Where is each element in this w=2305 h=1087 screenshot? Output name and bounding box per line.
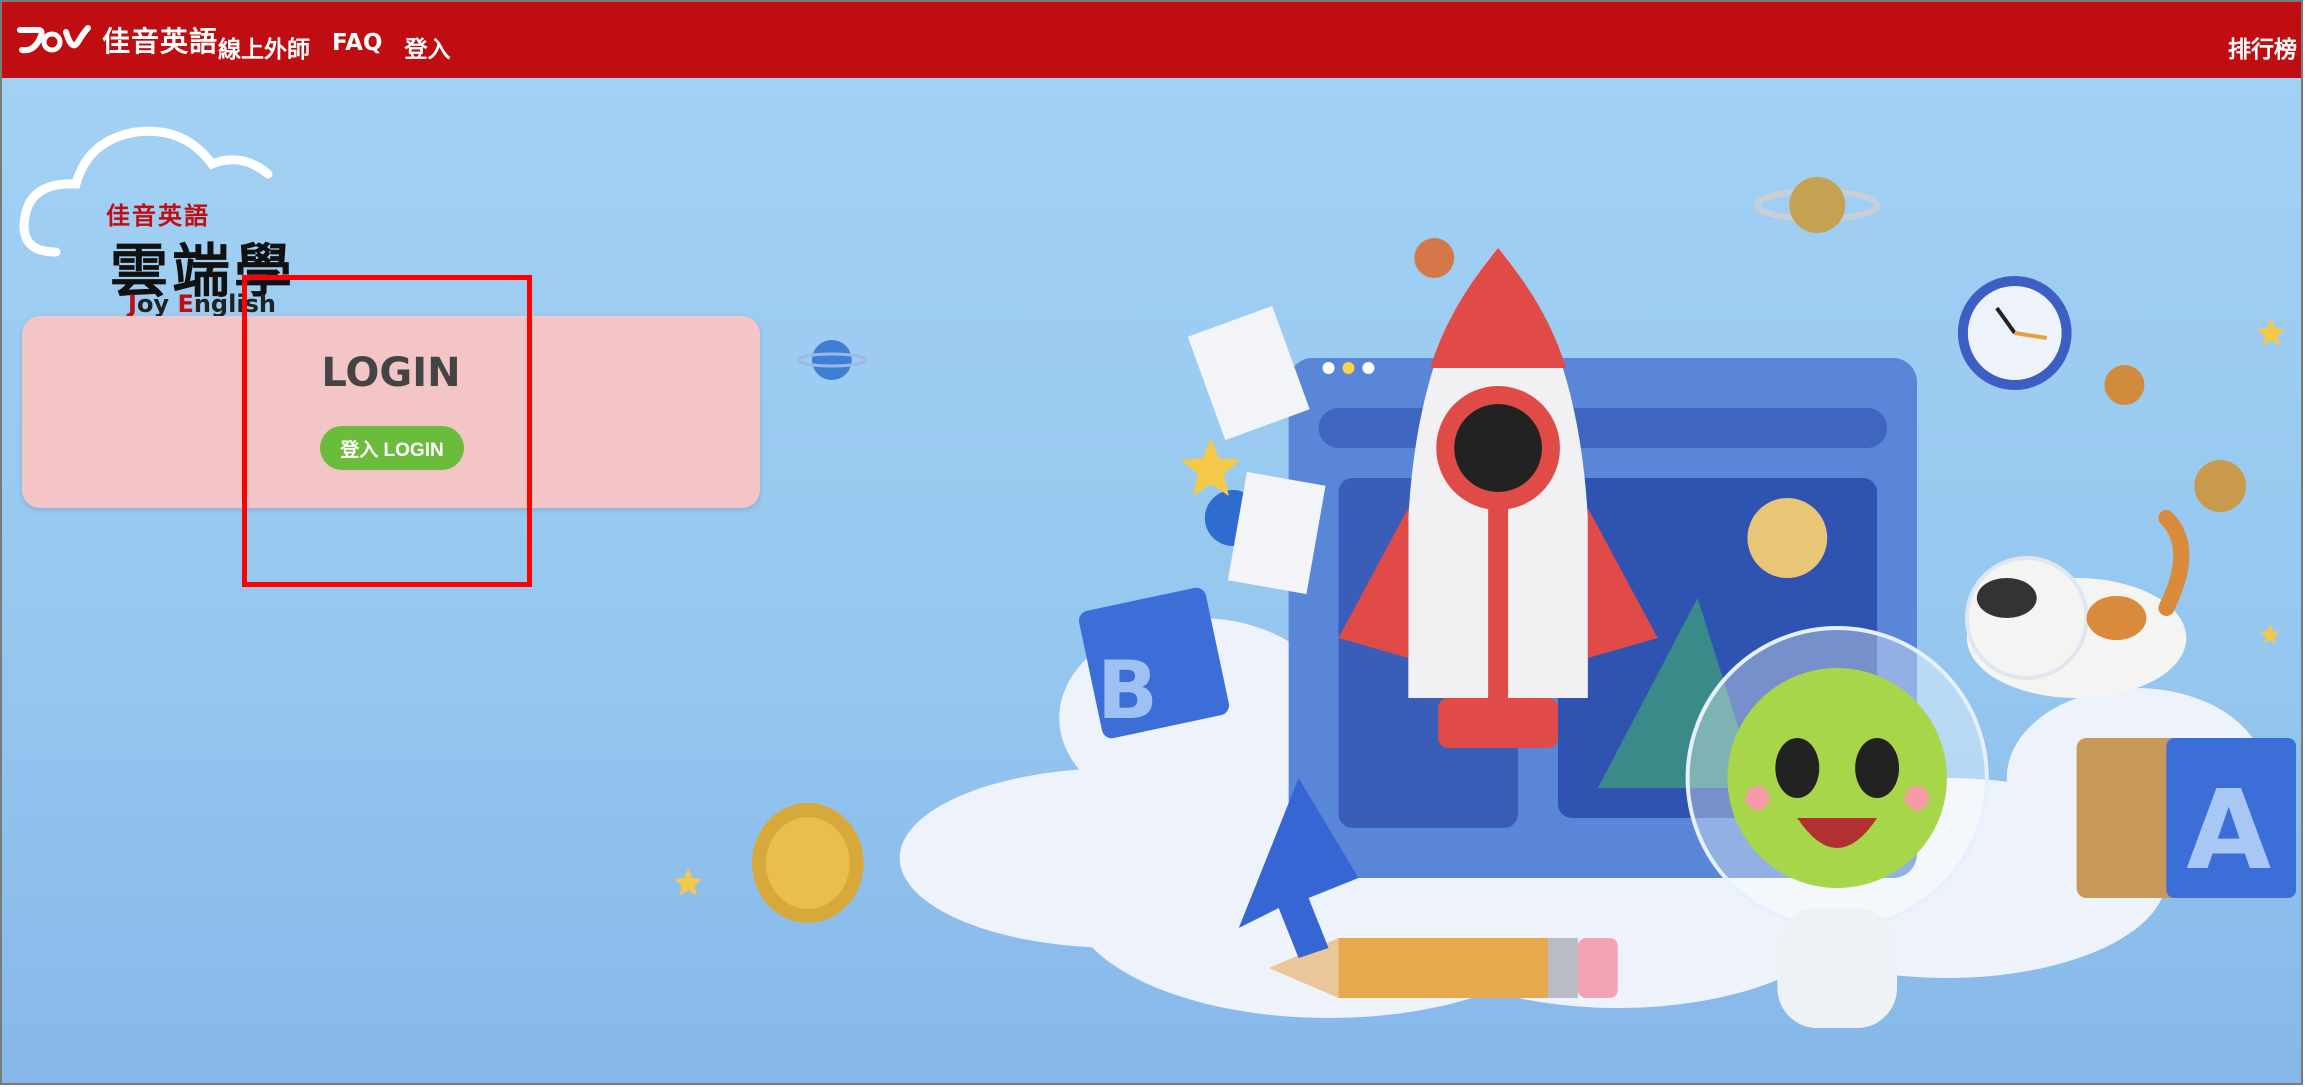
block-letter-a: A [2186,766,2271,894]
brand[interactable]: 佳音英語 [16,20,218,60]
cat-astronaut-graphic [1964,510,2190,698]
main-nav: 線上外師 FAQ 登入 [218,30,450,64]
nav-login[interactable]: 登入 [404,30,450,64]
site-logo[interactable]: 佳音英語 雲端學院 Joy English Online [16,112,336,389]
joy-logo-icon [17,25,91,54]
nav-leaderboard[interactable]: 排行榜 [2228,30,2297,64]
nav-online-teacher[interactable]: 線上外師 [218,30,310,64]
top-nav-bar: 佳音英語 線上外師 FAQ 登入 排行榜 [2,2,2301,78]
clock-graphic [1957,276,2072,390]
coin-graphic [752,803,864,923]
block-letter-b: B [1097,644,1158,737]
highlight-box [242,275,532,587]
browser-frame: 佳音英語 線上外師 FAQ 登入 排行榜 B A 佳音英語 雲端學 Joy En… [0,0,2303,1085]
nav-faq[interactable]: FAQ [332,30,382,64]
brand-name: 佳音英語 [102,25,219,58]
